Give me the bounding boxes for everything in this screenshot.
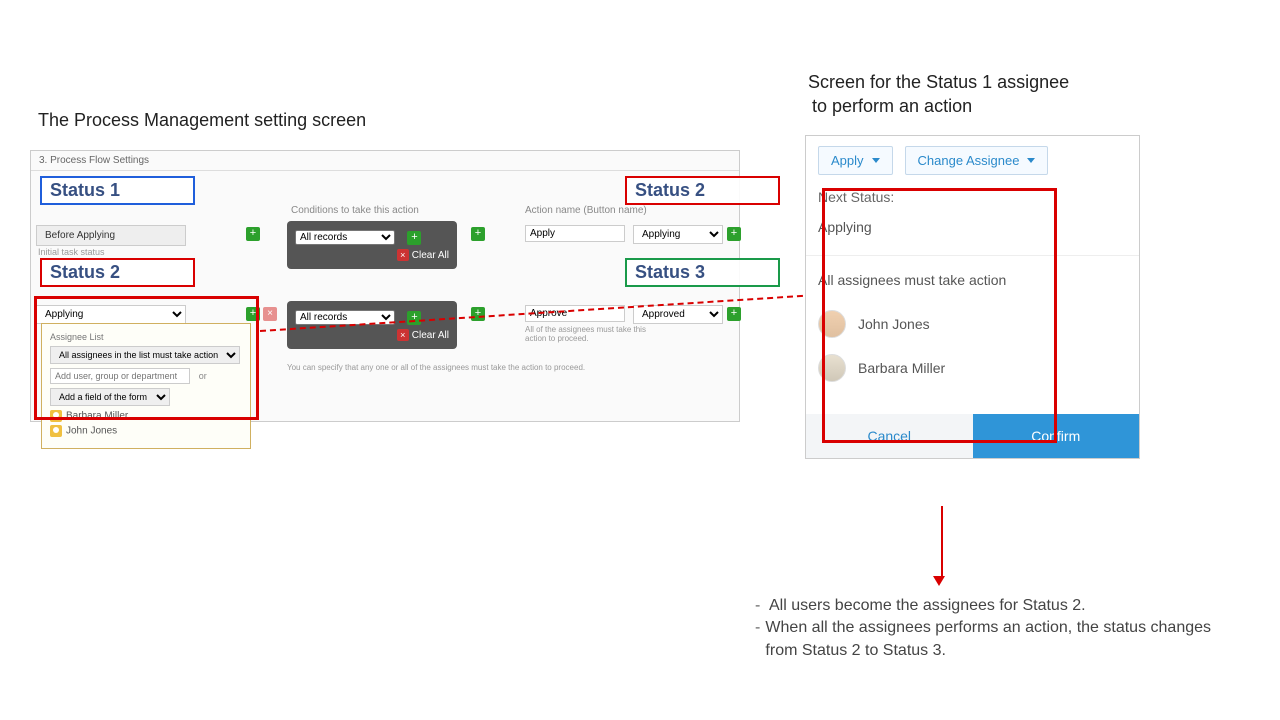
action-name-input-1[interactable] bbox=[525, 225, 625, 242]
highlight-status-2-b: Status 2 bbox=[40, 258, 195, 287]
condition-pill-2: All records + ×Clear All bbox=[287, 301, 457, 349]
add-icon[interactable]: + bbox=[407, 231, 421, 245]
change-assignee-dropdown-button[interactable]: Change Assignee bbox=[905, 146, 1049, 175]
chevron-down-icon bbox=[872, 158, 880, 163]
explanation-bullets: -All users become the assignees for Stat… bbox=[755, 595, 1235, 662]
next-status-select-2[interactable]: Approved bbox=[633, 305, 723, 324]
add-icon[interactable]: + bbox=[407, 311, 421, 325]
chevron-down-icon bbox=[1027, 158, 1035, 163]
add-icon[interactable]: + bbox=[471, 227, 485, 241]
action-note: All of the assignees must take this acti… bbox=[525, 325, 665, 343]
panel-section-title: 3. Process Flow Settings bbox=[31, 151, 739, 171]
next-status-select-1[interactable]: Applying bbox=[633, 225, 723, 244]
bullet-1: All users become the assignees for Statu… bbox=[769, 595, 1086, 617]
assignee-user-row: John Jones bbox=[50, 425, 242, 437]
add-icon[interactable]: + bbox=[471, 307, 485, 321]
right-caption-2: to perform an action bbox=[812, 96, 972, 117]
highlight-status-1: Status 1 bbox=[40, 176, 195, 205]
user-icon bbox=[50, 425, 62, 437]
status-sub-1: Initial task status bbox=[38, 247, 105, 257]
apply-dropdown-button[interactable]: Apply bbox=[818, 146, 893, 175]
condition-select-1[interactable]: All records bbox=[295, 230, 395, 245]
add-icon[interactable]: + bbox=[246, 227, 260, 241]
close-icon: × bbox=[397, 249, 409, 261]
highlight-status-3: Status 3 bbox=[625, 258, 780, 287]
left-caption: The Process Management setting screen bbox=[38, 110, 366, 131]
col-header-action-name: Action name (Button name) bbox=[525, 205, 647, 216]
highlight-box-assignee bbox=[34, 296, 259, 420]
add-icon[interactable]: + bbox=[727, 227, 741, 241]
condition-pill-1: All records + ×Clear All bbox=[287, 221, 457, 269]
col-header-conditions: Conditions to take this action bbox=[291, 205, 419, 216]
clear-all-2[interactable]: ×Clear All bbox=[295, 329, 449, 341]
arrow-down-icon bbox=[938, 506, 945, 586]
remove-icon[interactable]: × bbox=[263, 307, 277, 321]
highlight-box-action-panel bbox=[822, 188, 1057, 443]
add-icon[interactable]: + bbox=[727, 307, 741, 321]
right-caption-1: Screen for the Status 1 assignee bbox=[808, 72, 1069, 93]
close-icon: × bbox=[397, 329, 409, 341]
bullet-2: When all the assignees performs an actio… bbox=[765, 617, 1235, 662]
clear-all-1[interactable]: ×Clear All bbox=[295, 249, 449, 261]
footer-note: You can specify that any one or all of t… bbox=[287, 363, 687, 372]
status-name-1: Before Applying bbox=[36, 225, 186, 246]
highlight-status-2-a: Status 2 bbox=[625, 176, 780, 205]
